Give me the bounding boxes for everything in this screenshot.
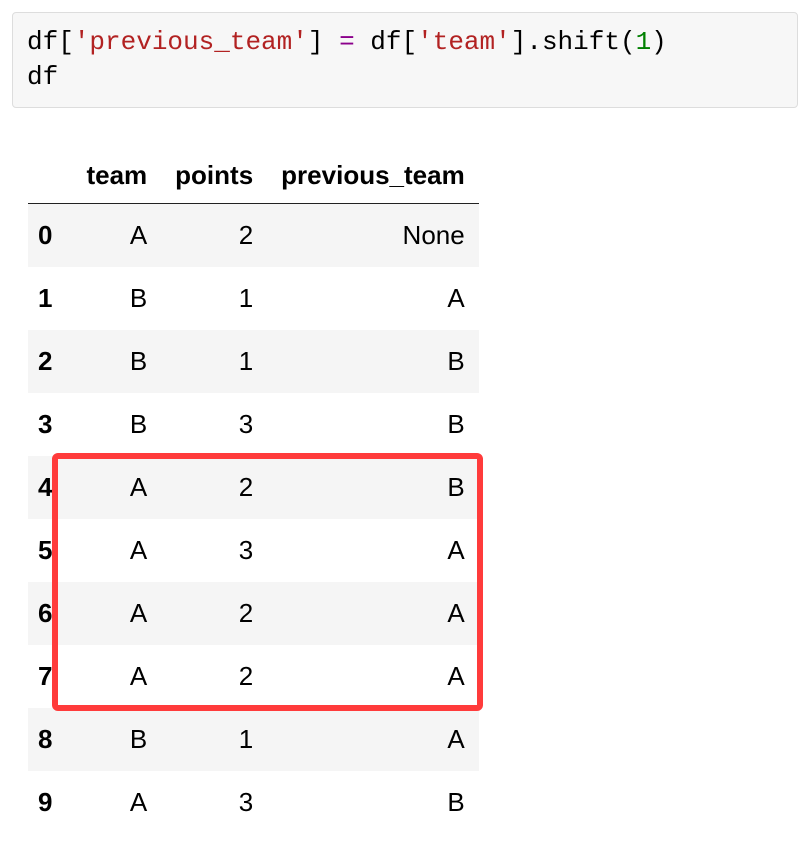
cell-points: 2 [161, 456, 267, 519]
row-index: 5 [28, 519, 72, 582]
header-row: team points previous_team [28, 156, 479, 204]
table-row: 7A2A [28, 645, 479, 708]
cell-team: A [72, 582, 161, 645]
cell-points: 1 [161, 267, 267, 330]
table-row: 0A2None [28, 204, 479, 268]
code-string: 'previous_team' [74, 27, 308, 57]
row-index: 9 [28, 771, 72, 834]
col-header-team: team [72, 156, 161, 204]
code-token: df[ [355, 27, 417, 57]
cell-previous_team: A [267, 519, 479, 582]
row-index: 7 [28, 645, 72, 708]
cell-previous_team: A [267, 582, 479, 645]
table-row: 9A3B [28, 771, 479, 834]
cell-previous_team: B [267, 330, 479, 393]
code-operator: = [339, 27, 355, 57]
row-index: 0 [28, 204, 72, 268]
cell-previous_team: A [267, 708, 479, 771]
cell-team: A [72, 204, 161, 268]
row-index: 3 [28, 393, 72, 456]
code-token: df [27, 62, 58, 92]
code-number: 1 [636, 27, 652, 57]
row-index: 4 [28, 456, 72, 519]
code-string: 'team' [417, 27, 511, 57]
table-row: 1B1A [28, 267, 479, 330]
row-index: 2 [28, 330, 72, 393]
col-header-previous-team: previous_team [267, 156, 479, 204]
cell-team: A [72, 456, 161, 519]
table-row: 5A3A [28, 519, 479, 582]
row-index: 6 [28, 582, 72, 645]
dataframe-output: team points previous_team 0A2None1B1A2B1… [12, 156, 798, 834]
cell-team: A [72, 519, 161, 582]
cell-team: B [72, 330, 161, 393]
code-token: df[ [27, 27, 74, 57]
code-token: ) [651, 27, 667, 57]
table-row: 4A2B [28, 456, 479, 519]
cell-team: A [72, 645, 161, 708]
index-header [28, 156, 72, 204]
cell-points: 3 [161, 393, 267, 456]
code-token: ] [308, 27, 339, 57]
cell-previous_team: B [267, 771, 479, 834]
cell-previous_team: None [267, 204, 479, 268]
code-token: ].shift( [511, 27, 636, 57]
cell-points: 3 [161, 771, 267, 834]
row-index: 1 [28, 267, 72, 330]
cell-team: B [72, 708, 161, 771]
cell-previous_team: A [267, 645, 479, 708]
table-row: 3B3B [28, 393, 479, 456]
cell-previous_team: A [267, 267, 479, 330]
cell-points: 2 [161, 204, 267, 268]
row-index: 8 [28, 708, 72, 771]
code-cell: df['previous_team'] = df['team'].shift(1… [12, 12, 798, 108]
cell-team: B [72, 393, 161, 456]
cell-points: 1 [161, 708, 267, 771]
cell-team: A [72, 771, 161, 834]
dataframe-table: team points previous_team 0A2None1B1A2B1… [28, 156, 479, 834]
table-row: 6A2A [28, 582, 479, 645]
table-row: 8B1A [28, 708, 479, 771]
cell-points: 2 [161, 582, 267, 645]
cell-points: 3 [161, 519, 267, 582]
cell-previous_team: B [267, 456, 479, 519]
col-header-points: points [161, 156, 267, 204]
cell-team: B [72, 267, 161, 330]
table-row: 2B1B [28, 330, 479, 393]
cell-previous_team: B [267, 393, 479, 456]
cell-points: 1 [161, 330, 267, 393]
cell-points: 2 [161, 645, 267, 708]
